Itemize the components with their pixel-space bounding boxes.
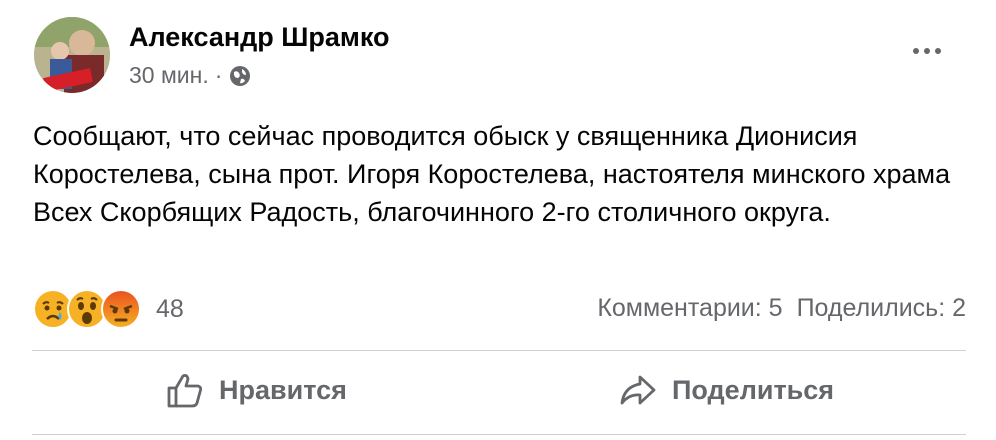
more-options-icon[interactable]	[913, 48, 941, 54]
like-label: Нравится	[219, 374, 347, 405]
divider-bottom	[32, 434, 966, 435]
divider-top	[32, 350, 966, 351]
share-button[interactable]: Поделиться	[618, 370, 834, 410]
post-author[interactable]: Александр Шрамко	[129, 22, 390, 53]
avatar[interactable]	[34, 17, 110, 93]
share-label: Поделиться	[672, 374, 835, 405]
thumbs-up-icon	[167, 374, 203, 408]
meta-separator: ·	[214, 62, 223, 88]
comments-count[interactable]: Комментарии: 5	[597, 294, 782, 323]
like-button[interactable]: Нравится	[165, 370, 347, 410]
globe-icon	[230, 65, 251, 86]
post-stats: Комментарии: 5 Поделились: 2	[597, 294, 966, 323]
shares-count[interactable]: Поделились: 2	[797, 294, 966, 323]
reactions-summary[interactable]: 48	[32, 288, 184, 330]
post-meta: 30 мин. ·	[129, 62, 252, 89]
avatar-image	[34, 17, 110, 93]
share-arrow-icon	[620, 375, 656, 405]
reaction-count[interactable]: 48	[156, 295, 184, 324]
post-time[interactable]: 30 мин.	[129, 62, 209, 89]
angry-reaction-icon	[101, 289, 141, 329]
post-text: Сообщают, что сейчас проводится обыск у …	[33, 121, 951, 227]
